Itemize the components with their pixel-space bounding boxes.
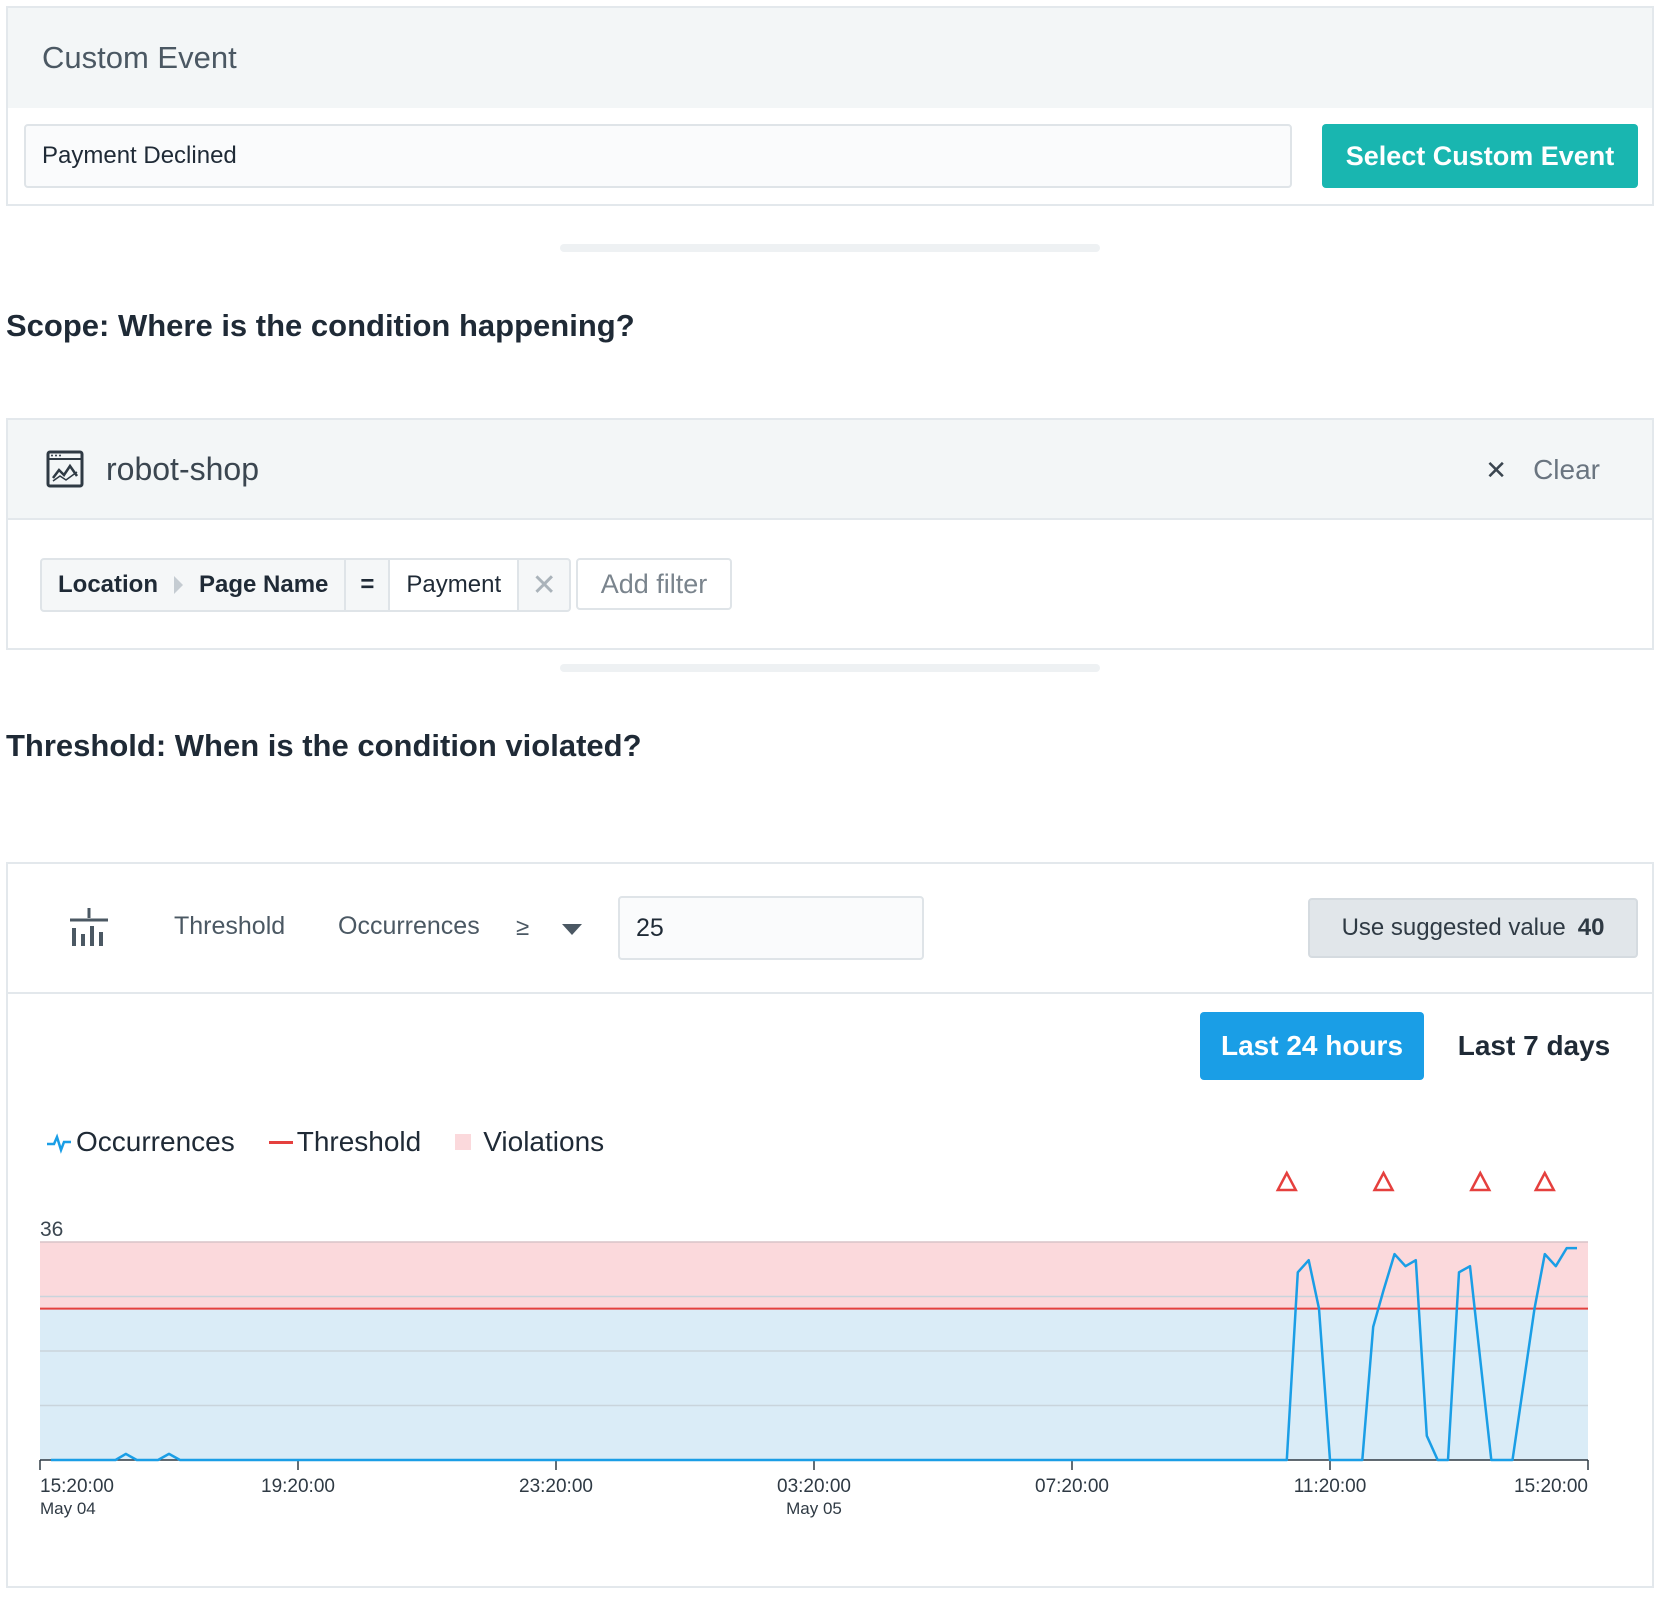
x-tick-label: 15:20:00: [40, 1476, 114, 1497]
violation-marker-icon: [1372, 1170, 1395, 1192]
x-tick-label: 15:20:00: [1514, 1476, 1588, 1497]
custom-event-title: Custom Event: [42, 40, 237, 75]
filter-path-page-name: Page Name: [199, 571, 329, 598]
threshold-heading: Threshold: When is the condition violate…: [6, 728, 642, 763]
y-max-label: 36: [40, 1218, 63, 1241]
select-custom-event-button[interactable]: Select Custom Event: [1322, 124, 1638, 188]
threshold-panel: Threshold Occurrences ≥ 25 Use suggested…: [6, 862, 1654, 1588]
x-tick-label: 19:20:00: [261, 1476, 335, 1497]
normal-area: [40, 1308, 1588, 1460]
custom-event-panel: Custom Event Payment Declined Select Cus…: [6, 6, 1654, 206]
clear-label: Clear: [1533, 454, 1600, 485]
custom-event-header: Custom Event: [8, 8, 1652, 108]
x-tick-label: 23:20:00: [519, 1476, 593, 1497]
violation-marker-icon: [1533, 1170, 1556, 1192]
clear-button[interactable]: ✕ Clear: [1485, 420, 1600, 520]
filter-path: Location Page Name: [42, 560, 347, 610]
add-filter-button[interactable]: Add filter: [576, 558, 732, 610]
remove-filter-icon[interactable]: ✕: [519, 560, 569, 610]
scope-panel: robot-shop ✕ Clear Location Page Name = …: [6, 418, 1654, 650]
x-tick-sublabel: May 04: [40, 1499, 96, 1518]
occurrences-chart: 36 15:20:00 May 04 19:20:00 23:20:00 03:20:00…: [39, 1170, 1589, 1518]
section-divider: [560, 664, 1100, 672]
x-tick-sublabel: May 05: [786, 1499, 842, 1518]
section-divider: [560, 244, 1100, 252]
app-name: robot-shop: [106, 450, 259, 487]
custom-event-field[interactable]: Payment Declined: [24, 124, 1292, 188]
scope-header: robot-shop ✕ Clear: [8, 420, 1652, 520]
violation-marker-icon: [1275, 1170, 1298, 1192]
x-tick-label: 07:20:00: [1035, 1476, 1109, 1497]
filter-value[interactable]: Payment: [390, 560, 520, 610]
website-icon: [46, 450, 84, 488]
scope-heading: Scope: Where is the condition happening?: [6, 308, 635, 343]
violations-area: [40, 1242, 1588, 1309]
filter-chip[interactable]: Location Page Name = Payment ✕: [40, 558, 572, 612]
x-tick-label: 11:20:00: [1294, 1476, 1367, 1497]
chevron-right-icon: [174, 576, 183, 594]
x-tick-label: 03:20:00: [777, 1476, 851, 1497]
filter-operator[interactable]: =: [346, 560, 391, 610]
close-icon: ✕: [1485, 454, 1508, 485]
filter-path-location: Location: [58, 571, 158, 598]
violation-marker-icon: [1469, 1170, 1492, 1192]
